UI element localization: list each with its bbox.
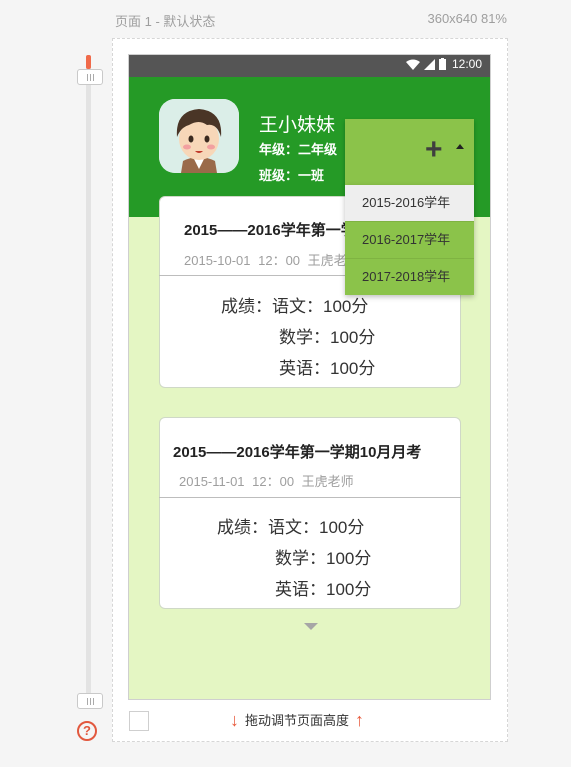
- score-math: 数学：100分: [279, 328, 376, 347]
- resize-hint-label: 拖动调节页面高度: [245, 713, 350, 728]
- exam-meta: 2015-11-01 12：00 王虎老师: [179, 474, 354, 489]
- ruler-top-handle[interactable]: [77, 69, 103, 85]
- score-english: 英语：100分: [275, 580, 372, 599]
- height-ruler: [86, 55, 91, 700]
- student-grade: 年级：二年级: [259, 142, 338, 157]
- arrow-down-icon: ↓: [230, 709, 239, 730]
- exam-title: 2015——2016学年第一学期10月月考: [173, 444, 422, 461]
- help-icon[interactable]: ?: [77, 721, 97, 741]
- status-bar: 12:00: [129, 55, 490, 77]
- adaptive-checkbox[interactable]: [129, 711, 149, 731]
- year-dropdown-toggle[interactable]: +: [345, 119, 474, 185]
- exam-card[interactable]: 2015——2016学年第一学期10月月考 2015-11-01 12：00 王…: [159, 417, 461, 609]
- student-class: 班级：一班: [259, 168, 325, 183]
- card-divider: [159, 497, 461, 498]
- avatar-boy-icon: [159, 99, 239, 173]
- resize-hint[interactable]: ↓ 拖动调节页面高度 ↑: [230, 710, 364, 729]
- load-more-arrow-icon[interactable]: [304, 623, 318, 630]
- signal-icon: [423, 58, 435, 70]
- wifi-icon: [405, 59, 420, 70]
- menu-item-2016-2017[interactable]: 2016-2017学年: [345, 221, 474, 258]
- menu-item-2015-2016[interactable]: 2015-2016学年: [345, 185, 474, 221]
- battery-icon: [438, 58, 446, 70]
- student-name: 王小妹妹: [259, 115, 336, 136]
- score-english: 英语：100分: [279, 359, 376, 378]
- ruler-bottom-handle[interactable]: [77, 693, 103, 709]
- caret-up-icon: [456, 144, 464, 149]
- plus-icon[interactable]: +: [425, 135, 443, 165]
- ruler-indicator: [86, 55, 91, 69]
- year-dropdown-menu: 2015-2016学年 2016-2017学年 2017-2018学年: [345, 185, 474, 295]
- status-time: 12:00: [451, 57, 482, 71]
- exam-meta: 2015-10-01 12：00 王虎老师: [184, 253, 360, 268]
- menu-item-2017-2018[interactable]: 2017-2018学年: [345, 258, 474, 295]
- arrow-up-icon: ↑: [355, 709, 365, 730]
- device-size-label: 360x640 81%: [427, 11, 507, 26]
- score-chinese: 成绩：语文：100分: [217, 518, 365, 537]
- page-title: 页面 1 - 默认状态: [115, 14, 216, 29]
- avatar: [159, 99, 239, 173]
- phone-screen: 12:00 王小妹妹 年级：二年级 班级：一班 2015——2016学年第一学期…: [128, 54, 491, 700]
- score-math: 数学：100分: [275, 549, 372, 568]
- score-chinese: 成绩：语文：100分: [221, 297, 369, 316]
